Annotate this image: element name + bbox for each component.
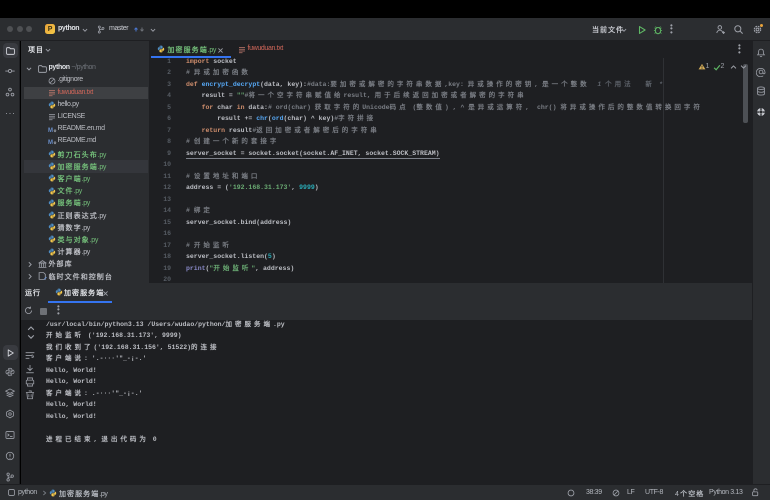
svg-text:M: M bbox=[48, 140, 53, 146]
svg-text:M: M bbox=[48, 128, 53, 134]
